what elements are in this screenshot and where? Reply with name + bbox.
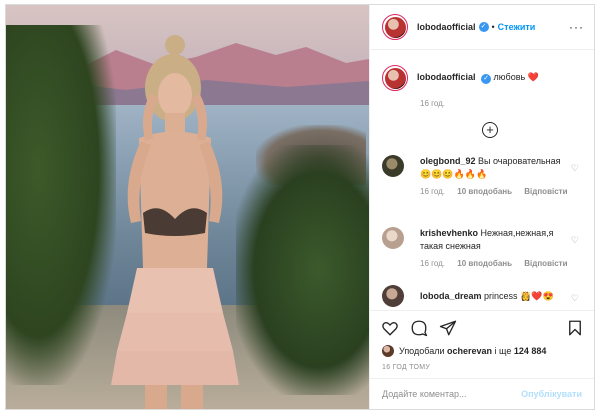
comment-avatar[interactable] [382, 285, 404, 307]
publish-button[interactable]: Опублікувати [521, 389, 582, 399]
post-sidebar: lobodaofficial ✓ • Стежити ··· lobodaoff… [369, 5, 594, 409]
action-bar [370, 310, 594, 344]
photo-tree-left [6, 25, 116, 385]
heart-icon[interactable]: ♡ [571, 163, 579, 174]
bookmark-icon[interactable] [566, 319, 584, 337]
add-comment-bar: Опублікувати [370, 378, 594, 409]
heart-icon[interactable] [381, 319, 399, 337]
likes-prefix: Уподобали [399, 346, 445, 356]
comment-text: olegbond_92 Вы очаровательная😊😊😊🔥🔥🔥 [420, 155, 568, 181]
comment-item: olegbond_92 Вы очаровательная😊😊😊🔥🔥🔥 16 г… [382, 155, 587, 196]
comment-meta: 16 год. 10 вподобань Відповісти [420, 259, 587, 268]
caption-text: lobodaofficial ✓ любовь ❤️ [417, 70, 539, 84]
comment-username[interactable]: loboda_dream [420, 291, 482, 301]
comment-likes[interactable]: 10 вподобань [457, 187, 512, 196]
heart-icon[interactable]: ♡ [571, 293, 579, 304]
separator-dot: • [491, 22, 495, 32]
comment-icon[interactable] [410, 319, 428, 337]
comment-body: princess 👸❤️😍 [484, 291, 554, 301]
comment-text: krishevhenko Нежная,нежная,я такая снежн… [420, 227, 568, 253]
caption-body: любовь [493, 72, 526, 82]
comment-time[interactable]: 16 год. [420, 187, 445, 196]
comment-username[interactable]: krishevhenko [420, 228, 478, 238]
likes-count[interactable]: 124 884 [514, 346, 547, 356]
verified-icon: ✓ [481, 74, 492, 84]
caption-emoji: ❤️ [527, 72, 539, 82]
photo-person [111, 35, 239, 409]
verified-icon: ✓ [478, 22, 489, 32]
heart-icon[interactable]: ♡ [571, 235, 579, 246]
add-circle-icon[interactable]: + [482, 122, 498, 138]
comment-input[interactable] [382, 389, 522, 399]
comment-item: loboda_dream princess 👸❤️😍 ♡ [382, 285, 587, 307]
author-username[interactable]: lobodaofficial [417, 22, 476, 32]
post-date[interactable]: 16 ГОД ТОМУ [382, 364, 430, 371]
comment-avatar[interactable] [382, 155, 404, 177]
comment-likes[interactable]: 10 вподобань [457, 259, 512, 268]
author-avatar[interactable] [382, 14, 408, 40]
caption-avatar[interactable] [382, 65, 408, 91]
caption-time[interactable]: 16 год. [420, 99, 587, 108]
comment-username[interactable]: olegbond_92 [420, 156, 476, 166]
comment-text: loboda_dream princess 👸❤️😍 [420, 285, 568, 303]
post-header: lobodaofficial ✓ • Стежити ··· [370, 5, 594, 50]
post-photo[interactable] [6, 5, 369, 409]
photo-tree-right [236, 145, 369, 395]
likes-avatar[interactable] [382, 345, 394, 357]
follow-button[interactable]: Стежити [498, 22, 536, 32]
comment-avatar[interactable] [382, 227, 404, 249]
post-caption: lobodaofficial ✓ любовь ❤️ 16 год. [382, 65, 587, 108]
likes-summary: Уподобали ocherevan і ще 124 884 [382, 345, 546, 357]
reply-button[interactable]: Відповісти [524, 259, 567, 268]
more-icon[interactable]: ··· [569, 20, 584, 34]
comment-item: krishevhenko Нежная,нежная,я такая снежн… [382, 227, 587, 268]
caption-username[interactable]: lobodaofficial [417, 72, 476, 82]
post-modal: lobodaofficial ✓ • Стежити ··· lobodaoff… [5, 4, 595, 410]
comment-meta: 16 год. 10 вподобань Відповісти [420, 187, 587, 196]
comment-time[interactable]: 16 год. [420, 259, 445, 268]
likes-user[interactable]: ocherevan [447, 346, 492, 356]
likes-suffix: і ще [494, 346, 512, 356]
reply-button[interactable]: Відповісти [524, 187, 567, 196]
share-icon[interactable] [439, 319, 457, 337]
